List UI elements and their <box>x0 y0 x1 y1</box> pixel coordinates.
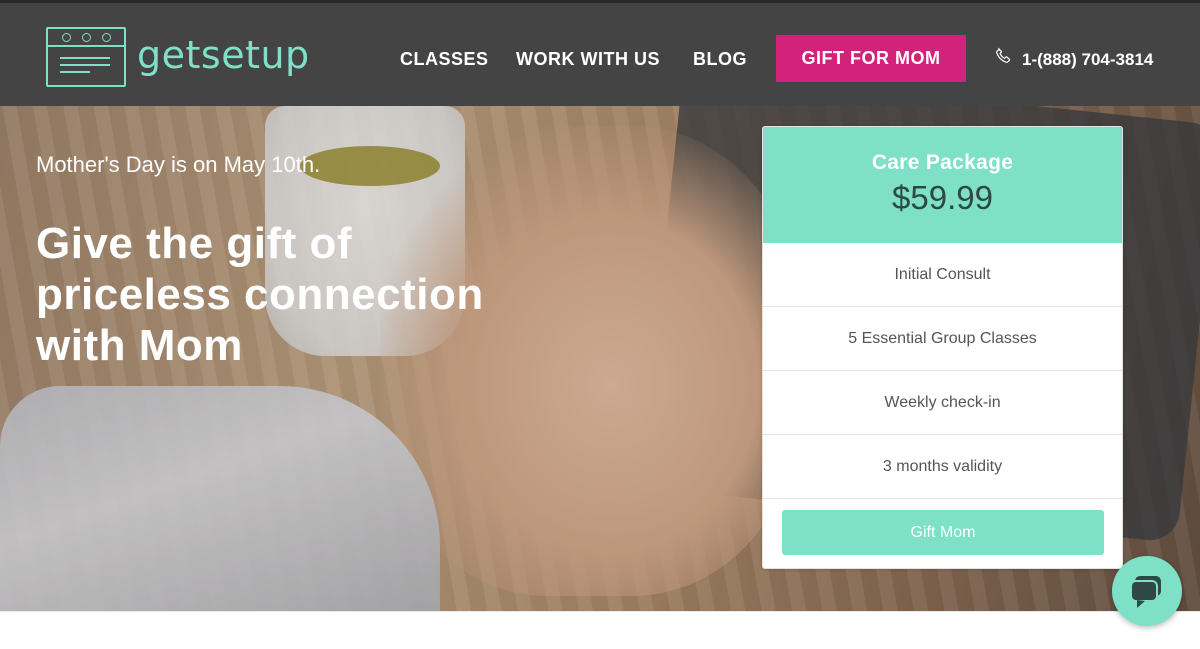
feature-item: 3 months validity <box>763 435 1122 499</box>
hero-subhead: Mother's Day is on May 10th. <box>36 152 321 177</box>
logo-wordmark[interactable]: getsetup <box>137 33 310 77</box>
chat-widget-button[interactable] <box>1112 556 1182 626</box>
phone-number[interactable]: 1-(888) 704-3814 <box>1022 50 1153 70</box>
logo-line <box>60 64 110 66</box>
content-section <box>0 611 1200 649</box>
logo-line <box>60 57 110 59</box>
nav-blog[interactable]: BLOG <box>693 49 747 70</box>
gift-for-mom-button[interactable]: GIFT FOR MOM <box>776 35 966 82</box>
feature-item: Weekly check-in <box>763 371 1122 435</box>
feature-item: 5 Essential Group Classes <box>763 307 1122 371</box>
gift-mom-button[interactable]: Gift Mom <box>782 510 1104 555</box>
card-header: Care Package $59.99 <box>763 127 1122 243</box>
logo-icon[interactable] <box>46 27 126 87</box>
site-header: getsetup CLASSES WORK WITH US BLOG GIFT … <box>0 0 1200 106</box>
chat-bubble-icon <box>1130 576 1161 608</box>
hero-headline: Give the gift of priceless connection wi… <box>36 219 484 370</box>
logo-divider <box>48 45 124 47</box>
feature-item: Initial Consult <box>763 243 1122 307</box>
care-package-card: Care Package $59.99 Initial Consult 5 Es… <box>762 126 1123 569</box>
logo-step-2-dot <box>82 33 91 42</box>
package-price: $59.99 <box>892 179 993 216</box>
phone-icon <box>996 47 1011 63</box>
nav-work-with-us[interactable]: WORK WITH US <box>516 49 660 70</box>
logo-line <box>60 71 90 73</box>
package-title: Care Package <box>871 151 1014 174</box>
nav-classes[interactable]: CLASSES <box>400 49 489 70</box>
logo-step-3-dot <box>102 33 111 42</box>
logo-step-1-dot <box>62 33 71 42</box>
